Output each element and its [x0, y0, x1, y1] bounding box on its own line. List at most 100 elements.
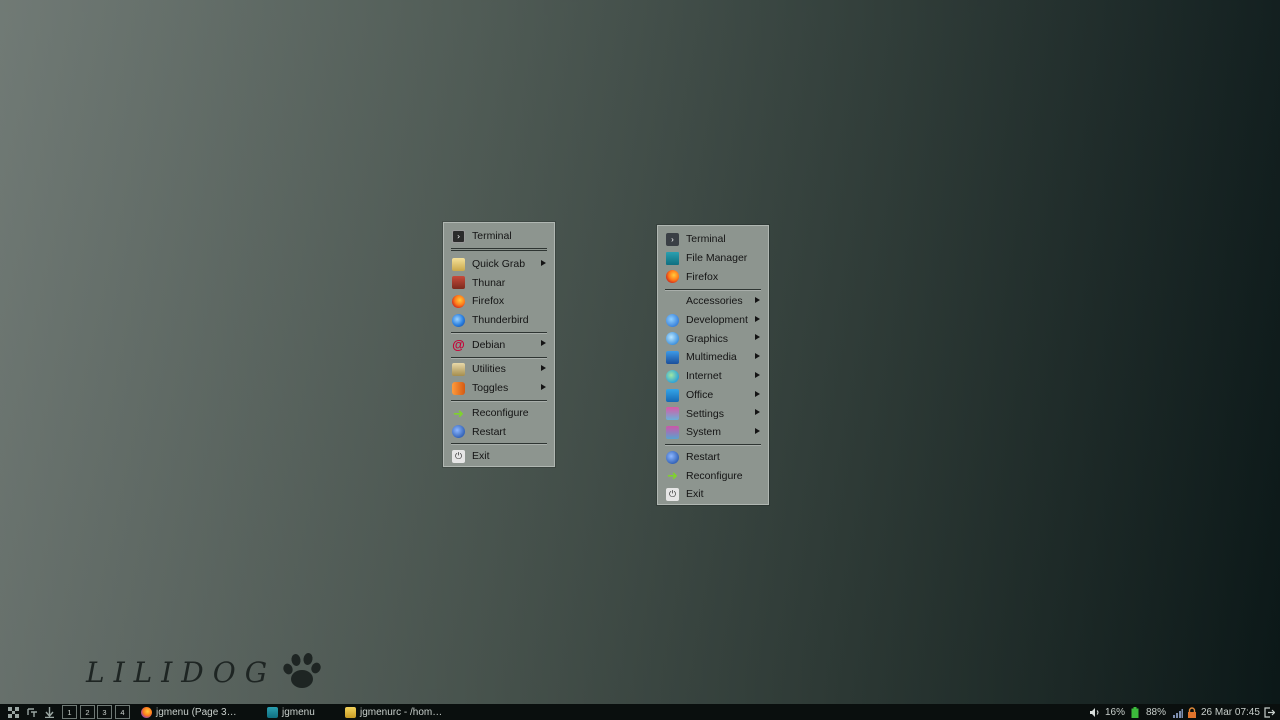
- app-menu-right: › Terminal File Manager Firefox Accessories D…: [657, 225, 769, 505]
- task-label: jgmenurc - /hom…: [360, 706, 443, 718]
- menu-separator: [451, 400, 547, 401]
- debian-icon: @: [452, 337, 465, 353]
- firefox-icon: [141, 706, 152, 718]
- clock-text: 26 Mar 07:45: [1201, 706, 1260, 718]
- workspace-1-button[interactable]: 1: [62, 705, 77, 719]
- menu-item-settings[interactable]: Settings: [658, 404, 768, 423]
- menu-item-toggles[interactable]: Toggles: [444, 379, 554, 398]
- menu-item-exit[interactable]: ⏻ Exit: [658, 485, 768, 504]
- menu-item-restart[interactable]: Restart: [658, 448, 768, 467]
- menu-item-utilities[interactable]: Utilities: [444, 360, 554, 379]
- menu-item-label: Firefox: [686, 270, 719, 283]
- submenu-arrow-icon: [755, 409, 760, 416]
- menu-item-thunderbird[interactable]: Thunderbird: [444, 311, 554, 330]
- download-icon[interactable]: [44, 707, 55, 718]
- menu-item-firefox[interactable]: Firefox: [658, 267, 768, 286]
- network-tool-icon[interactable]: [27, 707, 38, 718]
- menu-item-label: Terminal: [686, 233, 726, 246]
- internet-icon: [666, 369, 679, 383]
- menu-item-label: Thunderbird: [472, 314, 529, 327]
- submenu-arrow-icon: [755, 390, 760, 397]
- menu-item-exit[interactable]: ⏻ Exit: [444, 447, 554, 466]
- workspace-4-button[interactable]: 4: [115, 705, 130, 719]
- workspace-3-button[interactable]: 3: [97, 705, 112, 719]
- clock[interactable]: 26 Mar 07:45: [1201, 706, 1260, 718]
- menu-item-label: Debian: [472, 338, 506, 351]
- graphics-icon: [666, 332, 679, 346]
- menu-separator: [451, 356, 547, 358]
- menu-item-label: Firefox: [472, 295, 505, 308]
- menu-item-label: Multimedia: [686, 351, 737, 364]
- menu-separator: [451, 443, 547, 445]
- menu-item-multimedia[interactable]: Multimedia: [658, 348, 768, 367]
- terminal-icon: ›: [452, 230, 465, 243]
- menu-item-label: Quick Grab: [472, 258, 526, 271]
- submenu-arrow-icon: [755, 315, 760, 322]
- menu-item-terminal[interactable]: › Terminal: [658, 230, 768, 249]
- volume-indicator[interactable]: 16%: [1089, 706, 1125, 718]
- menu-item-graphics[interactable]: Graphics: [658, 329, 768, 348]
- menu-item-reconfigure[interactable]: ➜ Reconfigure: [658, 466, 768, 485]
- task-button-firefox[interactable]: jgmenu (Page 3…: [141, 706, 237, 718]
- battery-indicator[interactable]: 88%: [1131, 706, 1166, 718]
- menu-item-file-manager[interactable]: File Manager: [658, 249, 768, 268]
- workspace-2-button[interactable]: 2: [80, 705, 95, 719]
- speaker-icon: [1090, 707, 1099, 717]
- menu-item-label: Toggles: [472, 382, 509, 395]
- menu-item-restart[interactable]: Restart: [444, 422, 554, 441]
- menu-item-label: File Manager: [686, 252, 748, 265]
- submenu-arrow-icon: [541, 259, 546, 266]
- submenu-arrow-icon: [541, 340, 546, 347]
- menu-item-internet[interactable]: Internet: [658, 367, 768, 386]
- reconfigure-icon: ➜: [667, 468, 678, 484]
- menu-item-thunar[interactable]: Thunar: [444, 273, 554, 292]
- paw-icon: [283, 653, 321, 688]
- menu-item-label: Office: [686, 388, 714, 401]
- folder-icon: [267, 706, 278, 718]
- submenu-arrow-icon: [755, 427, 760, 434]
- restart-icon: [666, 450, 679, 464]
- menu-item-firefox[interactable]: Firefox: [444, 292, 554, 311]
- battery-icon: [1131, 706, 1139, 718]
- menu-separator: [665, 288, 761, 290]
- logout-icon[interactable]: [1264, 707, 1275, 718]
- lock-icon[interactable]: [1186, 707, 1197, 718]
- battery-level: 88%: [1146, 706, 1167, 718]
- menu-item-label: Accessories: [686, 295, 743, 308]
- menu-item-debian[interactable]: @ Debian: [444, 335, 554, 354]
- menu-item-label: Exit: [472, 450, 490, 463]
- development-icon: [666, 313, 679, 327]
- logo-text: LILIDOG: [86, 655, 277, 689]
- firefox-icon: [666, 270, 679, 284]
- menu-item-reconfigure[interactable]: ➜ Reconfigure: [444, 404, 554, 423]
- app-menu-left: › Terminal Quick Grab Thunar Firefox Thunderb…: [443, 222, 555, 467]
- taskbar: 1 2 3 4 jgmenu (Page 3… jgmenu jgmenurc …: [0, 704, 1280, 720]
- firefox-icon: [452, 295, 465, 309]
- thunar-icon: [452, 276, 465, 290]
- menu-separator: [451, 247, 547, 251]
- submenu-arrow-icon: [755, 371, 760, 378]
- desktop-background: [0, 0, 1280, 704]
- app-launcher-icon[interactable]: [8, 707, 19, 718]
- quick-grab-icon: [452, 257, 465, 271]
- task-button-file-manager[interactable]: jgmenu: [267, 706, 315, 718]
- task-button-text-editor[interactable]: jgmenurc - /hom…: [345, 706, 442, 718]
- multimedia-icon: [666, 351, 679, 365]
- toggles-icon: [452, 381, 465, 395]
- file-manager-icon: [666, 251, 679, 265]
- menu-item-label: Exit: [686, 488, 704, 501]
- system-icon: [666, 425, 679, 439]
- menu-item-label: System: [686, 426, 722, 439]
- volume-level: 16%: [1105, 706, 1126, 718]
- menu-item-system[interactable]: System: [658, 423, 768, 442]
- menu-item-label: Restart: [686, 450, 720, 463]
- menu-item-terminal[interactable]: › Terminal: [444, 227, 554, 246]
- menu-item-development[interactable]: Development: [658, 311, 768, 330]
- wifi-signal-icon[interactable]: [1172, 707, 1183, 718]
- submenu-arrow-icon: [541, 365, 546, 372]
- menu-item-quick-grab[interactable]: Quick Grab: [444, 255, 554, 274]
- task-label: jgmenu (Page 3…: [156, 706, 237, 718]
- menu-item-accessories[interactable]: Accessories: [658, 292, 768, 311]
- menu-item-label: Reconfigure: [686, 469, 743, 482]
- menu-item-office[interactable]: Office: [658, 386, 768, 405]
